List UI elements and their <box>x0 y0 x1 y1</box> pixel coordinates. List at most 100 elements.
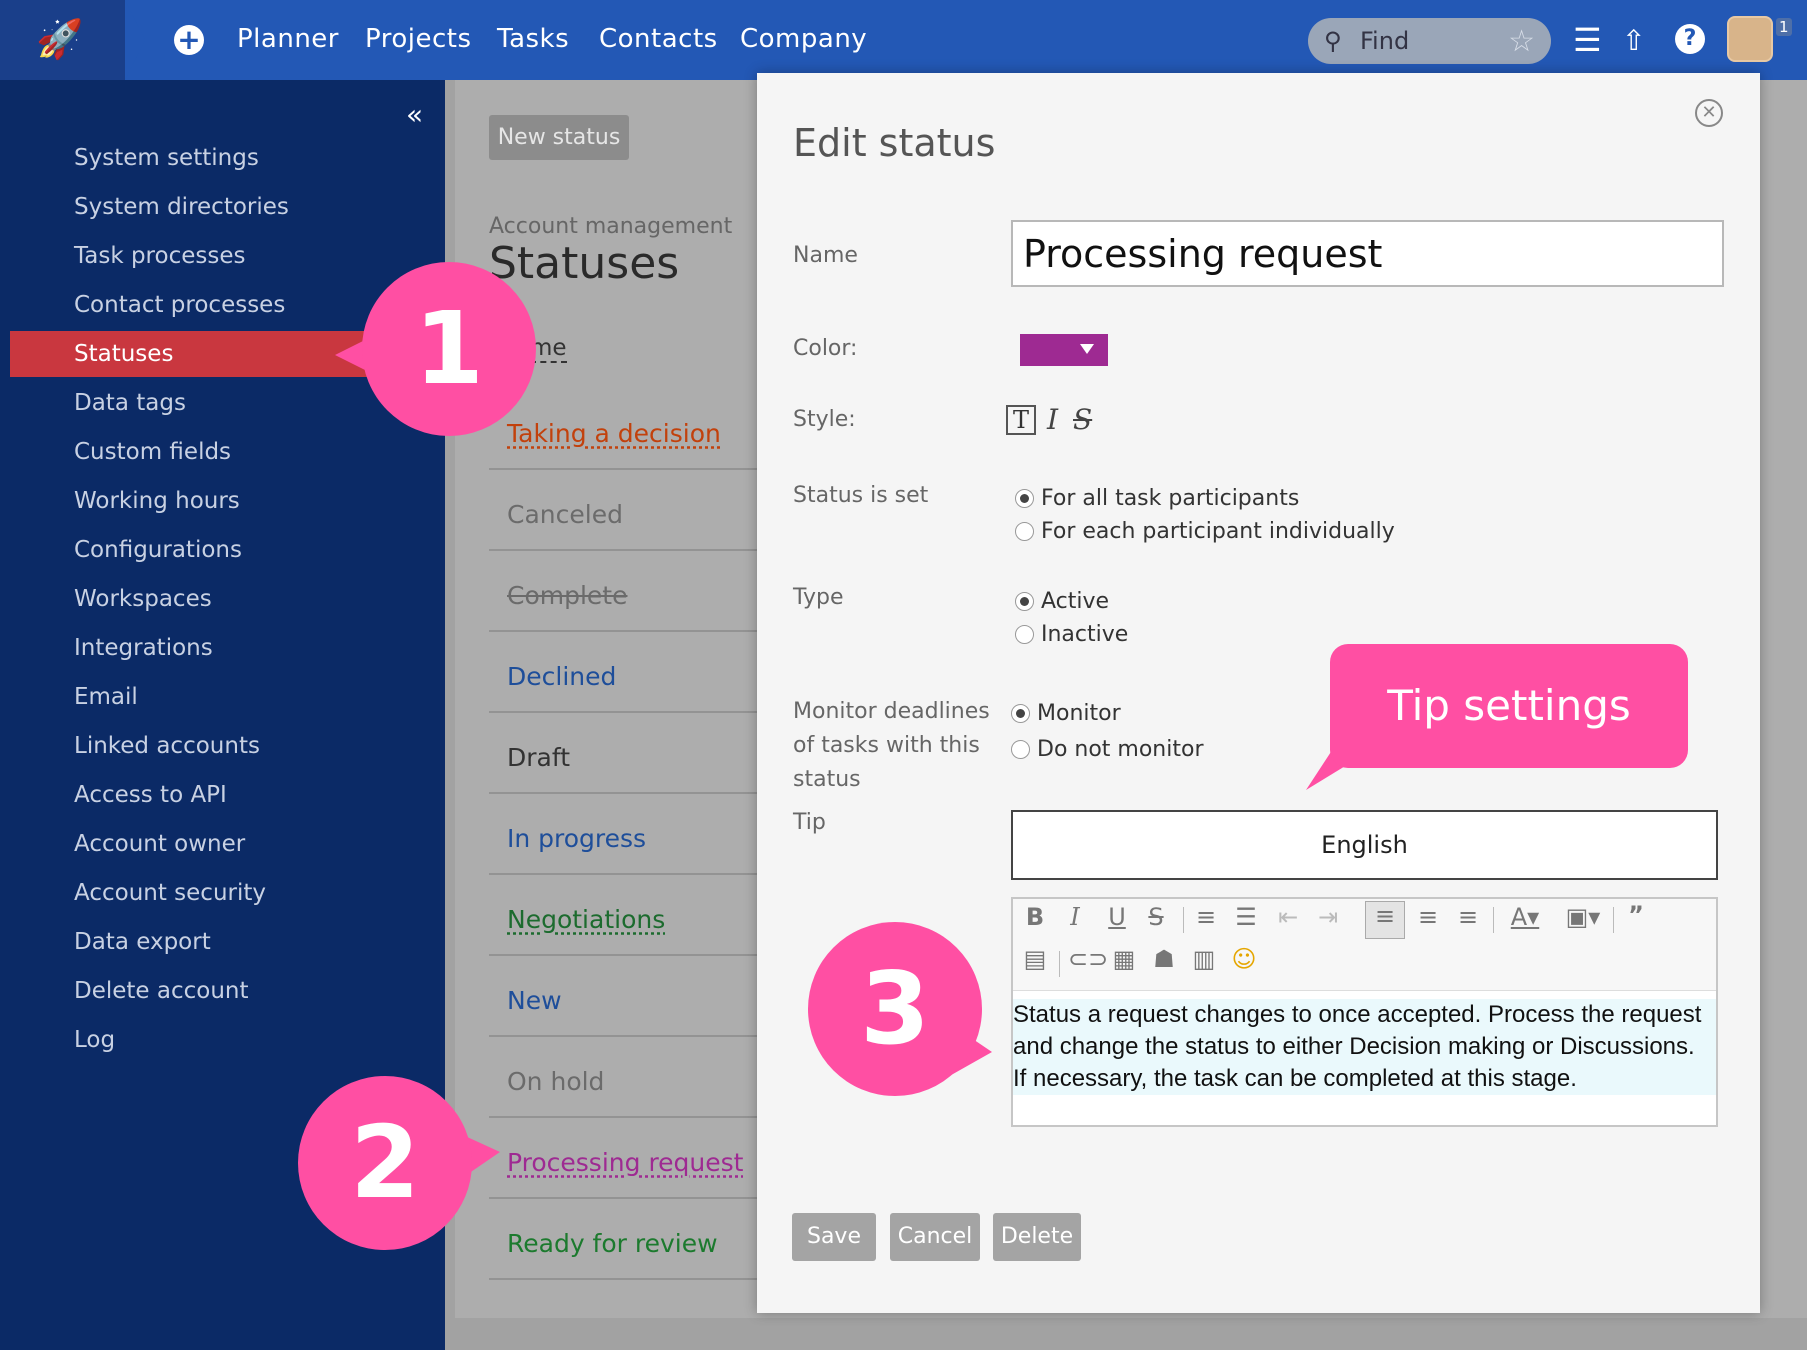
page-title: Statuses <box>489 238 680 289</box>
sidebar-item[interactable]: Configurations <box>10 527 435 573</box>
add-icon[interactable]: + <box>174 25 204 55</box>
star-icon[interactable]: ☆ <box>1508 24 1535 59</box>
image-icon[interactable]: ▦ <box>1109 945 1139 973</box>
radio-all-participants[interactable]: For all task participants <box>1015 486 1299 511</box>
tip-line: Status a request changes to once accepte… <box>1013 999 1716 1031</box>
collapse-sidebar-icon[interactable]: « <box>406 98 423 131</box>
delete-button[interactable]: Delete <box>993 1213 1081 1261</box>
sidebar-item[interactable]: Account owner <box>10 821 435 867</box>
nav-projects[interactable]: Projects <box>365 24 472 54</box>
emoji-icon[interactable]: ☺ <box>1229 945 1259 973</box>
align-left-icon[interactable]: ≡ <box>1365 901 1405 939</box>
name-label: Name <box>793 243 858 268</box>
breadcrumb[interactable]: Account management <box>489 214 732 239</box>
strikethrough-icon[interactable]: S <box>1141 903 1171 931</box>
status-link[interactable]: Declined <box>507 662 616 691</box>
sidebar-item[interactable]: Working hours <box>10 478 435 524</box>
radio-each-participant[interactable]: For each participant individually <box>1015 519 1395 544</box>
style-text-icon[interactable]: T <box>1006 405 1036 435</box>
style-italic-icon[interactable]: I <box>1047 403 1058 436</box>
editor-toolbar: B I U S ≡ ☰ ⇤ ⇥ ≡ ≡ ≡ A▾ ▣▾ ” ▤ ⊂⊃ ▦ ☗ ▥… <box>1013 899 1716 991</box>
user-icon[interactable]: ☗ <box>1149 945 1179 973</box>
status-link[interactable]: Complete <box>507 581 627 610</box>
name-field[interactable] <box>1011 220 1724 287</box>
bullet-list-icon[interactable]: ☰ <box>1231 903 1261 931</box>
link-icon[interactable]: ⊂⊃ <box>1068 945 1108 973</box>
status-row: Canceled <box>489 470 759 551</box>
sidebar-item[interactable]: Integrations <box>10 625 435 671</box>
sidebar-item[interactable]: Log <box>10 1017 435 1063</box>
sidebar-item[interactable]: Custom fields <box>10 429 435 475</box>
callout-2: 2 <box>298 1076 472 1250</box>
save-button[interactable]: Save <box>792 1213 876 1261</box>
text-color-icon[interactable]: A▾ <box>1503 903 1547 931</box>
tip-settings-callout: Tip settings <box>1330 644 1688 768</box>
nav-tasks[interactable]: Tasks <box>497 24 569 54</box>
sidebar-item[interactable]: Email <box>10 674 435 720</box>
cancel-button[interactable]: Cancel <box>890 1213 980 1261</box>
sidebar-item[interactable]: Account security <box>10 870 435 916</box>
new-status-button[interactable]: New status <box>489 115 629 160</box>
quote-icon[interactable]: ” <box>1621 901 1651 929</box>
status-row: Declined <box>489 632 759 713</box>
radio-icon <box>1015 489 1034 508</box>
source-icon[interactable]: ▤ <box>1020 945 1050 973</box>
radio-active[interactable]: Active <box>1015 589 1109 614</box>
bold-icon[interactable]: B <box>1020 903 1050 931</box>
numbered-list-icon[interactable]: ≡ <box>1191 903 1221 931</box>
avatar[interactable] <box>1727 16 1773 62</box>
status-link[interactable]: Ready for review <box>507 1229 718 1258</box>
radio-monitor[interactable]: Monitor <box>1011 701 1121 726</box>
italic-icon[interactable]: I <box>1060 903 1090 931</box>
sidebar-item[interactable]: Data export <box>10 919 435 965</box>
align-right-icon[interactable]: ≡ <box>1453 903 1483 931</box>
status-link[interactable]: On hold <box>507 1067 604 1096</box>
toolbar-separator <box>1493 907 1494 933</box>
sidebar-item[interactable]: Linked accounts <box>10 723 435 769</box>
radio-do-not-monitor[interactable]: Do not monitor <box>1011 737 1204 762</box>
status-link[interactable]: Processing request <box>507 1148 743 1177</box>
sidebar-item[interactable]: System directories <box>10 184 435 230</box>
nav-contacts[interactable]: Contacts <box>599 24 718 54</box>
chevron-down-icon <box>1080 344 1094 354</box>
menu-icon[interactable]: ☰ <box>1573 24 1602 56</box>
nav-planner[interactable]: Planner <box>237 24 339 54</box>
table-icon[interactable]: ▥ <box>1189 945 1219 973</box>
radio-icon <box>1011 704 1030 723</box>
tip-editor[interactable]: B I U S ≡ ☰ ⇤ ⇥ ≡ ≡ ≡ A▾ ▣▾ ” ▤ ⊂⊃ ▦ ☗ ▥… <box>1011 897 1718 1127</box>
status-link[interactable]: Taking a decision <box>507 419 721 448</box>
outdent-icon[interactable]: ⇤ <box>1273 903 1303 931</box>
rocket-icon[interactable]: ⇧ <box>1622 24 1645 57</box>
align-center-icon[interactable]: ≡ <box>1413 903 1443 931</box>
search-input[interactable]: ⚲ Find ☆ <box>1308 18 1551 64</box>
sidebar-item[interactable]: Task processes <box>10 233 435 279</box>
tip-line: and change the status to either Decision… <box>1013 1031 1716 1063</box>
indent-icon[interactable]: ⇥ <box>1313 903 1343 931</box>
close-icon[interactable]: ✕ <box>1695 99 1723 127</box>
status-link[interactable]: Draft <box>507 743 570 772</box>
help-icon[interactable]: ? <box>1675 24 1705 54</box>
search-icon: ⚲ <box>1324 27 1342 55</box>
monitor-label-2: of tasks with this <box>793 733 980 758</box>
logo-block[interactable]: 🚀 <box>0 0 125 80</box>
color-picker[interactable] <box>1020 334 1108 366</box>
style-strike-icon[interactable]: S <box>1073 403 1092 436</box>
sidebar-item[interactable]: System settings <box>10 135 435 181</box>
sidebar-item[interactable]: Access to API <box>10 772 435 818</box>
underline-icon[interactable]: U <box>1102 903 1132 931</box>
tip-label: Tip <box>793 810 826 835</box>
tip-line: If necessary, the task can be completed … <box>1013 1063 1716 1095</box>
nav-company[interactable]: Company <box>740 24 867 54</box>
status-row: Complete <box>489 551 759 632</box>
status-link[interactable]: Canceled <box>507 500 623 529</box>
language-selector[interactable]: English <box>1011 810 1718 880</box>
tip-text[interactable]: Status a request changes to once accepte… <box>1013 999 1716 1095</box>
status-link[interactable]: New <box>507 986 562 1015</box>
status-link[interactable]: In progress <box>507 824 646 853</box>
monitor-label-1: Monitor deadlines <box>793 699 990 724</box>
background-color-icon[interactable]: ▣▾ <box>1561 903 1605 931</box>
sidebar-item[interactable]: Workspaces <box>10 576 435 622</box>
status-link[interactable]: Negotiations <box>507 905 665 934</box>
radio-inactive[interactable]: Inactive <box>1015 622 1128 647</box>
sidebar-item[interactable]: Delete account <box>10 968 435 1014</box>
